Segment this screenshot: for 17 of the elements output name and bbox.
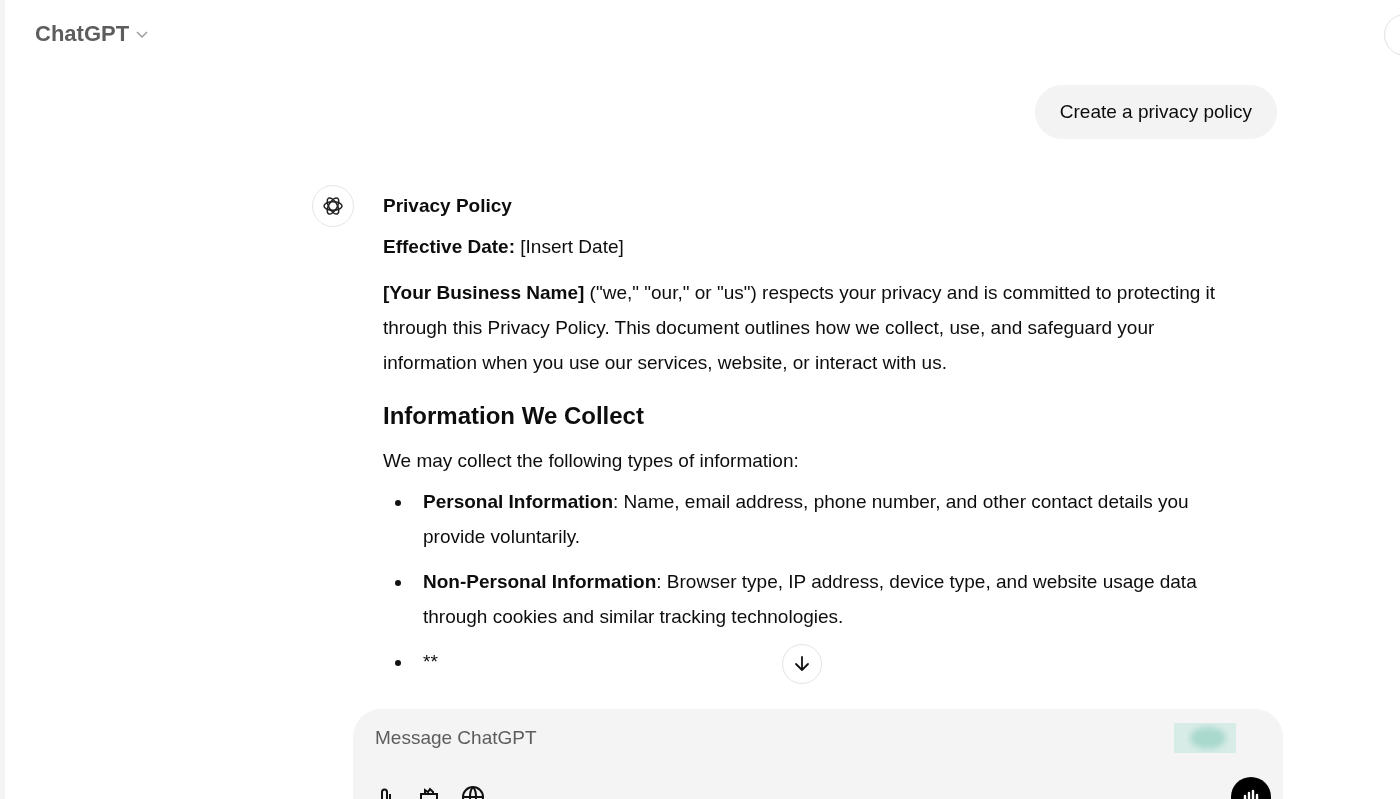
paragraph: [Your Business Name] ("we," "our," or "us") respects your privacy and is committed to protecting it through this Privacy Policy. This document outlines how we collect, use, and safeguard your information when you use our services, website, or interact with us. bbox=[383, 281, 1217, 375]
paragraph: Effective Date: [Insert Date] bbox=[383, 235, 625, 259]
model-selector[interactable]: ChatGPT bbox=[35, 21, 150, 47]
list-item: Non-Personal Information: Browser type, IP address, device type, and website usage data through cookies and similar tracking technologies. bbox=[423, 570, 1198, 629]
scroll-down-button[interactable] bbox=[782, 644, 822, 684]
bullet-icon bbox=[395, 500, 401, 506]
knot-icon bbox=[321, 194, 345, 218]
arrow-down-icon bbox=[792, 654, 812, 674]
paragraph: We may collect the following types of information: bbox=[383, 449, 800, 473]
user-message: Create a privacy policy bbox=[1034, 85, 1277, 139]
list-item: Personal Information: Name, email address, phone number, and other contact details you provide voluntarily. bbox=[423, 490, 1190, 549]
message-input[interactable]: Message ChatGPT bbox=[375, 723, 1174, 753]
list-item: ** bbox=[423, 650, 438, 674]
section-heading: Information We Collect bbox=[383, 401, 645, 431]
bullet-icon bbox=[395, 580, 401, 586]
response-title: Privacy Policy bbox=[383, 194, 513, 218]
bullet-icon bbox=[395, 660, 401, 666]
